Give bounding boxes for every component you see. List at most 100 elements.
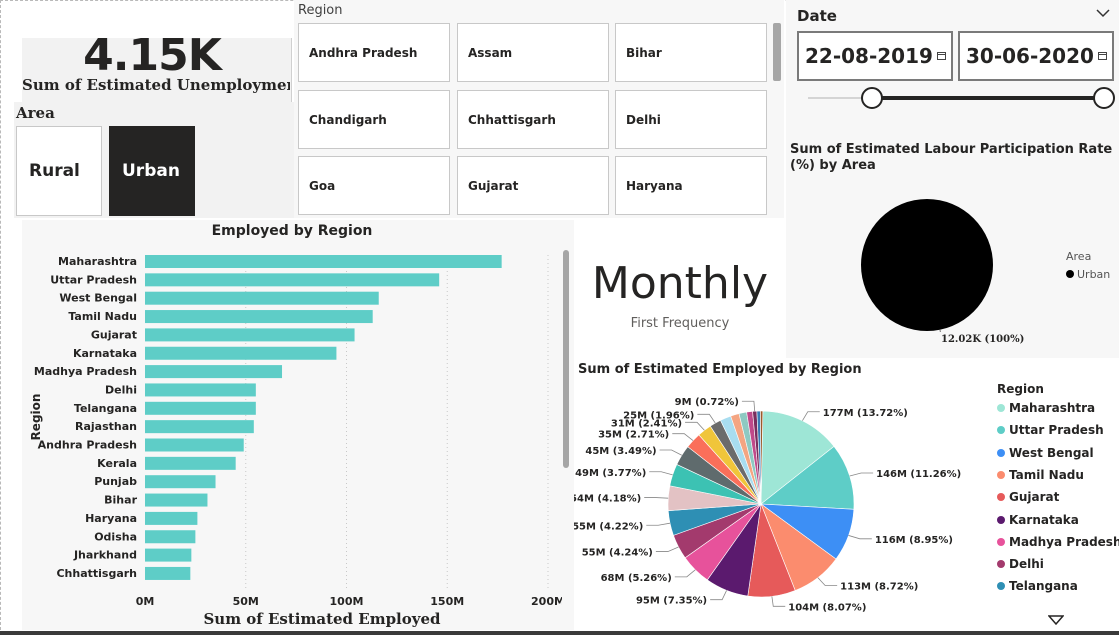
bottom-border <box>0 631 1119 635</box>
pie-chart-svg: 177M (13.72%) 146M (11.26%) 116M (8.95%) 11… <box>574 397 961 613</box>
bar[interactable] <box>145 291 379 305</box>
pie-legend-item[interactable]: Madhya Pradesh <box>997 535 1119 549</box>
bar[interactable] <box>145 456 236 470</box>
bar[interactable] <box>145 511 198 525</box>
lpr-chart-title: Sum of Estimated Labour Participation Ra… <box>790 142 1113 173</box>
pie-legend-label: Madhya Pradesh <box>1009 534 1119 549</box>
lpr-data-label: 12.02K (100%) <box>941 334 1025 345</box>
bar-category-label: Tamil Nadu <box>68 310 137 323</box>
pie-leader-line <box>741 400 756 412</box>
calendar-icon[interactable] <box>937 51 946 63</box>
pie-legend-item[interactable]: Karnataka <box>997 513 1079 527</box>
pie-legend-item[interactable]: Gujarat <box>997 490 1059 504</box>
legend-dot <box>997 560 1005 569</box>
pie-legend-item[interactable]: Uttar Pradesh <box>997 423 1104 437</box>
bar-category-label: Telangana <box>74 402 137 415</box>
date-slicer-title: Date <box>797 7 837 25</box>
lpr-legend-item-urban[interactable]: Urban <box>1066 268 1110 281</box>
region-tile[interactable]: Gujarat <box>457 156 609 215</box>
pie-legend-label: Uttar Pradesh <box>1009 423 1104 438</box>
pie-data-label: 68M (5.26%) <box>601 573 672 584</box>
pie-legend-item[interactable]: Maharashtra <box>997 401 1095 415</box>
bar[interactable] <box>145 255 502 268</box>
frequency-card[interactable]: Monthly First Frequency <box>585 258 775 338</box>
date-slider-end-handle[interactable] <box>1093 87 1115 109</box>
date-slider-start-handle[interactable] <box>861 87 883 109</box>
pie-leader-line <box>674 569 696 578</box>
date-slicer: Date 22-08-2019 30-06-2020 <box>786 0 1119 120</box>
bar-category-label: Maharashtra <box>58 255 137 268</box>
pie-leader-line <box>710 590 727 601</box>
region-tile[interactable]: Andhra Pradesh <box>298 23 450 82</box>
pie-leader-line <box>849 472 874 477</box>
bar[interactable] <box>145 365 283 379</box>
date-start-input[interactable]: 22-08-2019 <box>797 31 953 81</box>
bar-chart-svg: 0M 50M 100M 150M 200M Maharashtra Uttar Prades… <box>34 255 562 608</box>
bar[interactable] <box>145 566 191 580</box>
bar[interactable] <box>145 530 196 544</box>
lpr-pie <box>861 199 993 332</box>
triangle-down-icon[interactable] <box>1047 614 1065 628</box>
bar-category-label: West Bengal <box>59 292 137 305</box>
legend-dot <box>997 537 1005 546</box>
calendar-icon[interactable] <box>1098 51 1107 63</box>
region-slicer-scrollbar[interactable] <box>773 23 781 81</box>
region-tile[interactable]: Assam <box>457 23 609 82</box>
bar[interactable] <box>145 383 256 397</box>
pie-data-label: 146M (11.26%) <box>876 469 961 480</box>
bar[interactable] <box>145 310 373 324</box>
bar-category-label: Haryana <box>85 512 137 525</box>
pie-legend-label: West Bengal <box>1009 445 1094 460</box>
pie-legend-item[interactable]: Tamil Nadu <box>997 468 1084 482</box>
legend-dot <box>997 426 1005 435</box>
legend-dot <box>997 448 1005 457</box>
bar[interactable] <box>145 438 244 452</box>
lpr-pie-slice-urban[interactable] <box>861 199 993 331</box>
region-tile[interactable]: Delhi <box>615 90 767 149</box>
pie-legend-label: Karnataka <box>1009 512 1079 527</box>
unemployment-kpi-card[interactable]: 4.15K Sum of Estimated Unemployment ... <box>22 30 292 102</box>
employed-by-region-pie-visual: Sum of Estimated Employed by Region 177M… <box>574 358 1119 630</box>
employed-by-region-bar-visual: Employed by Region Region 0M 50M 100M 150M 2… <box>22 220 574 630</box>
date-start-value: 22-08-2019 <box>805 44 933 68</box>
area-slicer: Area Rural Urban <box>14 102 294 218</box>
pie-leader-line <box>802 411 820 421</box>
region-tile[interactable]: Haryana <box>615 156 767 215</box>
area-option-rural[interactable]: Rural <box>16 126 102 216</box>
pie-data-label: 95M (7.35%) <box>636 596 707 607</box>
bar[interactable] <box>145 475 216 489</box>
bar[interactable] <box>145 548 192 562</box>
bar-category-label: Andhra Pradesh <box>38 439 137 452</box>
bar-x-axis-title: Sum of Estimated Employed <box>203 610 441 628</box>
pie-data-label: 113M (8.72%) <box>840 582 918 593</box>
region-tile[interactable]: Goa <box>298 156 450 215</box>
bar[interactable] <box>145 401 256 415</box>
bar[interactable] <box>145 493 208 507</box>
bar[interactable] <box>145 346 337 360</box>
pie-legend-label: Maharashtra <box>1009 401 1096 415</box>
region-slicer-title: Region <box>298 3 343 18</box>
pie-data-label: 35M (2.71%) <box>598 430 669 441</box>
bar[interactable] <box>145 420 254 434</box>
kpi-label: Sum of Estimated Unemployment ... <box>22 76 290 94</box>
pie-legend-item[interactable]: Delhi <box>997 557 1044 571</box>
pie-legend-item[interactable]: Telangana <box>997 579 1078 593</box>
legend-dot <box>997 582 1005 591</box>
bar-chart-scrollbar[interactable] <box>563 250 569 468</box>
pie-leader-line <box>685 421 705 431</box>
date-slider-range <box>872 96 1104 100</box>
area-option-urban[interactable]: Urban <box>109 126 195 216</box>
chevron-down-icon[interactable] <box>1096 6 1110 22</box>
bar[interactable] <box>145 273 440 287</box>
frequency-value: Monthly <box>591 258 769 309</box>
region-tile[interactable]: Bihar <box>615 23 767 82</box>
region-tile[interactable]: Chandigarh <box>298 90 450 149</box>
pie-legend-title: Region <box>997 382 1044 396</box>
pie-data-label: 9M (0.72%) <box>675 397 739 408</box>
bar[interactable] <box>145 328 355 342</box>
pie-data-label: 54M (4.18%) <box>574 494 641 505</box>
bar-category-label: Bihar <box>104 494 137 507</box>
date-end-input[interactable]: 30-06-2020 <box>958 31 1114 81</box>
pie-legend-item[interactable]: West Bengal <box>997 446 1094 460</box>
region-tile[interactable]: Chhattisgarh <box>457 90 609 149</box>
